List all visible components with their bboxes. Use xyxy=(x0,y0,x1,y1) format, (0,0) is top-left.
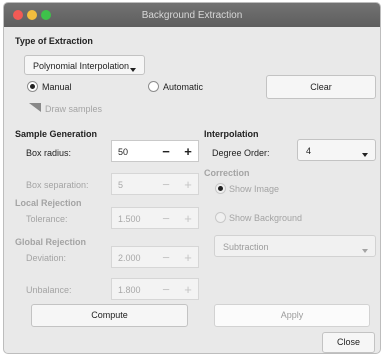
automatic-radio[interactable] xyxy=(148,81,159,92)
title-bar[interactable]: Background Extraction xyxy=(4,3,380,27)
deviation-increment-button[interactable]: + xyxy=(178,250,198,265)
box-separation-decrement-button[interactable]: − xyxy=(156,177,176,192)
correction-heading: Correction xyxy=(204,168,250,178)
tolerance-spinbox[interactable]: 1.500 − + xyxy=(111,207,199,229)
manual-radio[interactable] xyxy=(27,81,38,92)
tolerance-label: Tolerance: xyxy=(26,214,68,224)
apply-button[interactable]: Apply xyxy=(214,304,370,327)
manual-radio-label: Manual xyxy=(42,82,72,92)
chevron-down-icon xyxy=(130,64,136,74)
sample-generation-heading: Sample Generation xyxy=(15,129,98,139)
unbalance-spinbox[interactable]: 1.800 − + xyxy=(111,278,199,300)
draw-samples-toggle[interactable]: Draw samples xyxy=(45,104,102,114)
box-radius-decrement-button[interactable]: − xyxy=(156,144,176,159)
tolerance-decrement-button[interactable]: − xyxy=(156,211,176,226)
extraction-method-dropdown[interactable]: Polynomial Interpolation xyxy=(24,55,145,75)
deviation-spinbox[interactable]: 2.000 − + xyxy=(111,246,199,268)
deviation-value: 2.000 xyxy=(118,253,141,263)
tolerance-value: 1.500 xyxy=(118,214,141,224)
box-radius-increment-button[interactable]: + xyxy=(178,144,198,159)
box-separation-label: Box separation: xyxy=(26,180,89,190)
local-rejection-heading: Local Rejection xyxy=(15,198,82,208)
background-extraction-window: Background Extraction Type of Extraction… xyxy=(3,2,381,354)
show-background-radio[interactable] xyxy=(215,212,226,223)
global-rejection-heading: Global Rejection xyxy=(15,237,87,247)
box-separation-spinbox[interactable]: 5 − + xyxy=(111,173,199,195)
interpolation-heading: Interpolation xyxy=(204,129,259,139)
unbalance-label: Unbalance: xyxy=(26,285,72,295)
chevron-down-icon xyxy=(362,245,368,255)
tolerance-increment-button[interactable]: + xyxy=(178,211,198,226)
draw-samples-icon xyxy=(29,103,41,112)
deviation-label: Deviation: xyxy=(26,253,67,263)
unbalance-increment-button[interactable]: + xyxy=(178,282,198,297)
deviation-decrement-button[interactable]: − xyxy=(156,250,176,265)
box-radius-value: 50 xyxy=(118,147,129,157)
box-radius-spinbox[interactable]: 50 − + xyxy=(111,140,199,162)
unbalance-decrement-button[interactable]: − xyxy=(156,282,176,297)
compute-button[interactable]: Compute xyxy=(31,304,188,327)
unbalance-value: 1.800 xyxy=(118,285,141,295)
box-radius-label: Box radius: xyxy=(26,148,72,158)
correction-mode-value: Subtraction xyxy=(223,242,269,252)
degree-order-label: Degree Order: xyxy=(212,148,270,158)
box-separation-value: 5 xyxy=(118,180,124,190)
show-image-label: Show Image xyxy=(229,184,280,194)
close-button[interactable]: Close xyxy=(322,332,375,353)
extraction-method-value: Polynomial Interpolation xyxy=(33,61,130,71)
show-background-label: Show Background xyxy=(229,213,303,223)
automatic-radio-label: Automatic xyxy=(163,82,204,92)
chevron-down-icon xyxy=(362,149,368,159)
show-image-radio[interactable] xyxy=(215,183,226,194)
degree-order-value: 4 xyxy=(306,146,312,156)
window-title: Background Extraction xyxy=(141,10,243,21)
box-separation-increment-button[interactable]: + xyxy=(178,177,198,192)
correction-mode-dropdown[interactable]: Subtraction xyxy=(214,235,376,257)
degree-order-dropdown[interactable]: 4 xyxy=(297,139,376,161)
clear-button[interactable]: Clear xyxy=(266,75,376,99)
type-of-extraction-heading: Type of Extraction xyxy=(15,36,93,46)
